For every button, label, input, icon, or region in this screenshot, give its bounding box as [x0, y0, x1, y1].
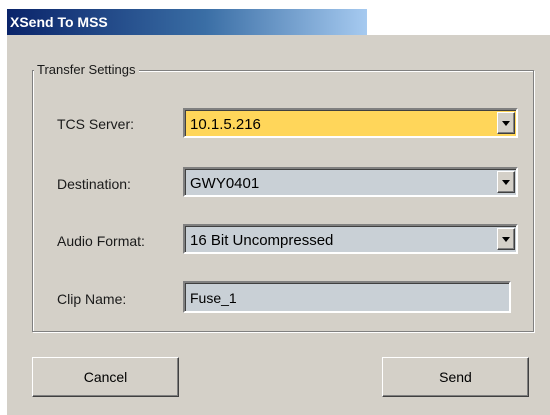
- destination-field: GWY0401: [185, 169, 516, 195]
- send-button[interactable]: Send: [382, 357, 529, 397]
- send-to-mss-dialog: XSend To MSS Transfer Settings TCS Serve…: [0, 0, 550, 415]
- clip-name-value: Fuse_1: [190, 290, 237, 306]
- transfer-settings-title: Transfer Settings: [34, 62, 139, 78]
- tcs-server-label: TCS Server:: [57, 116, 135, 132]
- chevron-down-icon: [502, 180, 510, 185]
- tcs-server-dropdown-button[interactable]: [497, 112, 515, 134]
- chevron-down-icon: [502, 121, 510, 126]
- audio-format-value: 16 Bit Uncompressed: [190, 232, 334, 249]
- cancel-button[interactable]: Cancel: [32, 357, 179, 397]
- destination-label: Destination:: [57, 176, 131, 192]
- audio-format-dropdown[interactable]: 16 Bit Uncompressed: [183, 224, 518, 254]
- clip-name-field: Fuse_1: [185, 283, 509, 311]
- audio-format-dropdown-button[interactable]: [497, 228, 515, 250]
- destination-value: GWY0401: [190, 175, 260, 192]
- audio-format-label: Audio Format:: [57, 233, 145, 249]
- destination-dropdown-button[interactable]: [497, 171, 515, 193]
- clip-name-input[interactable]: Fuse_1: [183, 281, 511, 313]
- tcs-server-value: 10.1.5.216: [190, 116, 261, 133]
- destination-dropdown[interactable]: GWY0401: [183, 167, 518, 197]
- tcs-server-field: 10.1.5.216: [185, 110, 516, 136]
- audio-format-field: 16 Bit Uncompressed: [185, 226, 516, 252]
- clip-name-label: Clip Name:: [57, 291, 127, 307]
- tcs-server-dropdown[interactable]: 10.1.5.216: [183, 108, 518, 138]
- chevron-down-icon: [502, 237, 510, 242]
- window-title: XSend To MSS: [7, 9, 367, 35]
